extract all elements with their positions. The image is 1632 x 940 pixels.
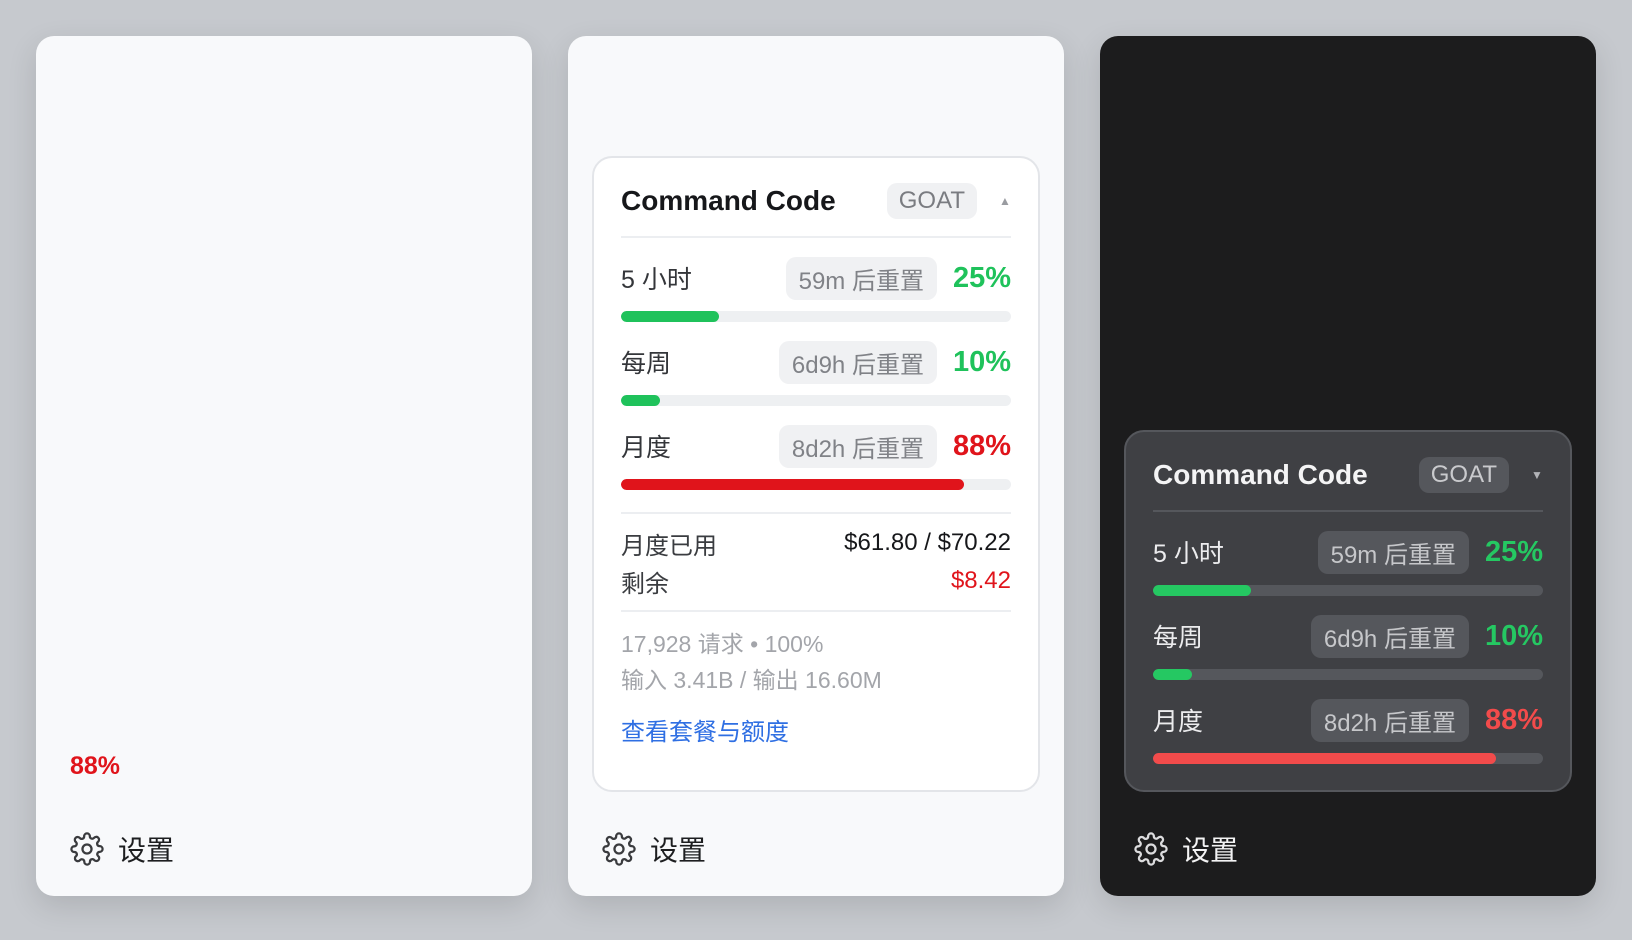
- gear-icon: [1134, 832, 1168, 866]
- expand-caret-icon[interactable]: ▼: [1531, 468, 1543, 482]
- divider: [1153, 510, 1543, 512]
- progress-fill: [621, 395, 660, 406]
- settings-label: 设置: [650, 835, 707, 866]
- progress-track: [1153, 669, 1543, 680]
- meter-percent: 88%: [1484, 703, 1543, 736]
- reset-badge: 59m 后重置: [1317, 530, 1469, 574]
- view-plan-link[interactable]: 查看套餐与额度: [621, 712, 789, 747]
- meter-label: 月度: [1153, 708, 1204, 736]
- progress-track: [621, 311, 1011, 322]
- meter-percent: 25%: [952, 261, 1011, 294]
- card-title: Command Code: [621, 185, 836, 216]
- reset-badge: 6d9h 后重置: [1310, 614, 1469, 658]
- progress-fill: [1153, 585, 1251, 596]
- meter-label: 5 小时: [1153, 540, 1224, 568]
- reset-badge: 8d2h 后重置: [1310, 698, 1469, 742]
- monthly-used-label: 月度已用: [621, 532, 717, 560]
- divider: [621, 610, 1011, 612]
- settings-label: 设置: [1182, 835, 1239, 866]
- divider: [621, 512, 1011, 514]
- progress-track: [1153, 753, 1543, 764]
- progress-track: [621, 479, 1011, 490]
- usage-card: Command Code GOAT ▼ 5 小时 59m 后重置 25% 每周 …: [1124, 430, 1572, 792]
- card-header[interactable]: Command Code GOAT ▲: [621, 180, 1011, 222]
- usage-percent-summary: 88%: [70, 752, 121, 780]
- remaining-label: 剩余: [621, 570, 669, 598]
- progress-track: [1153, 585, 1543, 596]
- reset-badge: 6d9h 后重置: [778, 340, 937, 384]
- requests-line: 17,928 请求 • 100%: [621, 631, 824, 657]
- plan-tier-badge: GOAT: [1418, 457, 1509, 493]
- card-title: Command Code: [1153, 459, 1368, 490]
- meter-5h: 5 小时 59m 后重置 25%: [621, 256, 1011, 322]
- usage-stats: 17,928 请求 • 100% 输入 3.41B / 输出 16.60M: [621, 626, 1011, 698]
- progress-fill: [1153, 669, 1192, 680]
- settings-button[interactable]: 设置: [1134, 829, 1238, 869]
- meter-weekly: 每周 6d9h 后重置 10%: [621, 340, 1011, 406]
- panel-minimal: 88% 设置: [36, 36, 532, 896]
- monthly-used-value: $61.80 / $70.22: [844, 529, 1011, 556]
- gear-icon: [602, 832, 636, 866]
- settings-button[interactable]: 设置: [602, 829, 706, 869]
- spend-summary: 月度已用 $61.80 / $70.22 剩余 $8.42: [621, 524, 1011, 600]
- progress-fill: [621, 479, 965, 490]
- meter-monthly: 月度 8d2h 后重置 88%: [1153, 698, 1543, 764]
- meter-percent: 88%: [952, 429, 1011, 462]
- meter-percent: 25%: [1484, 535, 1543, 568]
- gear-icon: [70, 832, 104, 866]
- settings-button[interactable]: 设置: [70, 829, 174, 869]
- meter-label: 月度: [621, 434, 672, 462]
- plan-tier-badge: GOAT: [886, 183, 977, 219]
- meter-label: 每周: [621, 350, 672, 378]
- tokens-line: 输入 3.41B / 输出 16.60M: [621, 667, 882, 693]
- divider: [621, 236, 1011, 238]
- meter-weekly: 每周 6d9h 后重置 10%: [1153, 614, 1543, 680]
- progress-track: [621, 395, 1011, 406]
- meter-percent: 10%: [952, 345, 1011, 378]
- meter-5h: 5 小时 59m 后重置 25%: [1153, 530, 1543, 596]
- reset-badge: 59m 后重置: [785, 256, 937, 300]
- card-header[interactable]: Command Code GOAT ▼: [1153, 454, 1543, 496]
- settings-label: 设置: [118, 835, 175, 866]
- reset-badge: 8d2h 后重置: [778, 424, 937, 468]
- meter-percent: 10%: [1484, 619, 1543, 652]
- progress-fill: [1153, 753, 1497, 764]
- panel-expanded-light: Command Code GOAT ▲ 5 小时 59m 后重置 25% 每周 …: [568, 36, 1064, 896]
- meter-label: 每周: [1153, 624, 1204, 652]
- meter-monthly: 月度 8d2h 后重置 88%: [621, 424, 1011, 490]
- remaining-value: $8.42: [950, 567, 1011, 594]
- panel-dark: Command Code GOAT ▼ 5 小时 59m 后重置 25% 每周 …: [1100, 36, 1596, 896]
- collapse-caret-icon[interactable]: ▲: [999, 194, 1011, 208]
- progress-fill: [621, 311, 719, 322]
- usage-card: Command Code GOAT ▲ 5 小时 59m 后重置 25% 每周 …: [592, 156, 1040, 792]
- meter-label: 5 小时: [621, 266, 692, 294]
